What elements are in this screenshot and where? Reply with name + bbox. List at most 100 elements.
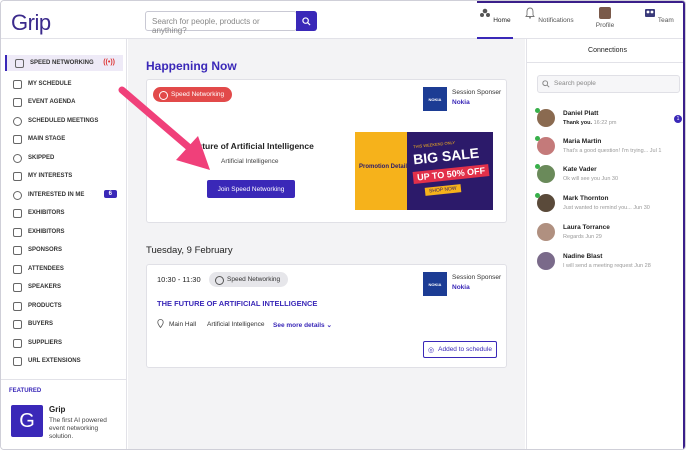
sidebar-item-url-extensions[interactable]: URL EXTENSIONS	[5, 353, 123, 369]
team-icon	[645, 9, 656, 17]
connection-item[interactable]: Laura Torrance Regards Jun 29	[537, 223, 682, 251]
nav-notifications[interactable]: Notifications	[523, 7, 575, 24]
sponsor-name[interactable]: Nokia	[452, 99, 470, 106]
session-title: uture of Artificial Intelligence	[197, 141, 314, 151]
sidebar-item-attendees[interactable]: ATTENDEES	[5, 261, 123, 277]
nav-label: Home	[493, 17, 511, 24]
featured-section: FEATURED	[1, 379, 127, 402]
message-time: Jun 30	[633, 205, 650, 211]
sidebar-item-speed-networking[interactable]: SPEED NETWORKING ((•))	[5, 55, 123, 71]
search-people-input[interactable]: Search people	[537, 75, 680, 93]
nav-team[interactable]: Team	[633, 7, 685, 24]
accent-border-top	[477, 1, 685, 3]
sidebar-item-event-agenda[interactable]: EVENT AGENDA	[5, 94, 123, 110]
interested-count-badge: 6	[103, 190, 117, 198]
sidebar-item-label: SPEED NETWORKING	[30, 60, 94, 66]
message-time: Jun 30	[601, 176, 619, 182]
message-text: Ok will see you	[563, 176, 600, 182]
search-input[interactable]: Search for people, products or anything?	[145, 11, 297, 35]
nav-profile[interactable]: Profile	[579, 7, 631, 29]
featured-label: FEATURED	[9, 388, 42, 394]
sidebar-item-label: MY INTERESTS	[28, 173, 73, 179]
exhibitor-icon	[13, 227, 22, 237]
featured-name[interactable]: Grip	[49, 405, 65, 414]
connections-panel: Connections Search people Daniel Platt T…	[526, 39, 685, 449]
sidebar-item-buyers[interactable]: BUYERS	[5, 316, 123, 332]
nokia-logo: NOKIA	[423, 87, 447, 111]
happening-now-heading: Happening Now	[146, 59, 237, 73]
smile-icon	[13, 190, 22, 200]
search-button[interactable]	[296, 11, 317, 31]
nokia-logo: NOKIA	[423, 272, 447, 296]
session-title[interactable]: THE FUTURE OF ARTIFICIAL INTELLIGENCE	[157, 299, 317, 308]
sidebar-item-label: EXHIBITORS	[28, 210, 65, 216]
nav-label: Profile	[595, 22, 615, 29]
sidebar-item-label: EVENT AGENDA	[28, 99, 76, 105]
see-more-details-link[interactable]: See more details ⌄	[273, 321, 332, 329]
top-bar: Grip Search for people, products or anyt…	[1, 1, 685, 39]
message-time: Jul 1	[649, 148, 662, 154]
connection-item[interactable]: Nadine Blast I will send a meeting reque…	[537, 252, 682, 280]
main-content: Happening Now Speed Networking NOKIA Ses…	[128, 39, 525, 449]
sidebar-item-my-schedule[interactable]: MY SCHEDULE	[5, 76, 123, 92]
sidebar-item-interested-in-me[interactable]: INTERESTED IN ME 6	[5, 187, 123, 203]
session-card: 10:30 - 11:30 Speed Networking NOKIA Ses…	[146, 264, 507, 368]
online-indicator	[535, 164, 540, 169]
sidebar-item-label: BUYERS	[28, 321, 54, 327]
featured-grip-logo[interactable]: G	[11, 405, 43, 437]
join-speed-networking-button[interactable]: Join Speed Networking	[207, 180, 295, 198]
sidebar-item-exhibitors[interactable]: EXHIBITORS	[5, 205, 123, 221]
session-location: Main Hall	[169, 321, 197, 328]
sidebar-item-speakers[interactable]: SPEAKERS	[5, 279, 123, 295]
connection-item[interactable]: Daniel Platt Thank you. 16:22 pm 1	[535, 108, 682, 137]
box-icon	[13, 301, 22, 311]
bell-icon	[525, 7, 536, 19]
cart-icon	[13, 319, 22, 329]
sidebar-item-label: ATTENDEES	[28, 266, 64, 272]
home-icon	[480, 8, 491, 17]
sidebar-item-main-stage[interactable]: MAIN STAGE	[5, 131, 123, 147]
sidebar-item-skipped[interactable]: SKIPPED	[5, 150, 123, 166]
sidebar-item-products[interactable]: PRODUCTS	[5, 298, 123, 314]
message-time: Jun 28	[634, 263, 651, 269]
banner-promo-text: Promotion Detail	[359, 164, 408, 170]
added-to-schedule-button[interactable]: ◎ Added to schedule	[423, 341, 497, 358]
happening-now-card: Speed Networking NOKIA Session Sponser N…	[146, 79, 507, 223]
connection-item[interactable]: Maria Martin That's a good question! I'm…	[535, 136, 682, 165]
session-topic: Artificial Intelligence	[207, 321, 265, 328]
message-text: Regards	[563, 234, 584, 240]
sidebar-item-scheduled-meetings[interactable]: SCHEDULED MEETINGS	[5, 113, 123, 129]
connection-name: Maria Martin	[563, 138, 602, 145]
session-time: 10:30 - 11:30	[157, 275, 201, 284]
accent-border-right	[683, 1, 685, 449]
promo-banner[interactable]: Promotion Detail THIS WEEKEND ONLY BIG S…	[355, 132, 493, 210]
location-pin-icon	[157, 319, 164, 328]
people-icon	[13, 264, 22, 274]
nav-label: Team	[657, 17, 674, 24]
sidebar-item-my-interests[interactable]: MY INTERESTS	[5, 168, 123, 184]
online-indicator	[535, 193, 540, 198]
message-text: I will send a meeting request	[563, 263, 633, 269]
sidebar-item-sponsors[interactable]: SPONSORS	[5, 242, 123, 258]
connection-name: Kate Vader	[563, 166, 597, 173]
external-link-icon	[13, 356, 22, 366]
sponsor-label: Session Sponser	[452, 89, 502, 96]
sidebar-item-label: SCHEDULED MEETINGS	[28, 118, 99, 124]
connection-message: Just wanted to remind you... Jun 30	[563, 205, 650, 211]
online-indicator	[535, 136, 540, 141]
live-broadcast-icon: ((•))	[103, 59, 115, 66]
sidebar-item-label: SPEAKERS	[28, 284, 62, 290]
exhibitor-icon	[13, 208, 22, 218]
nav-home[interactable]: Home	[469, 7, 521, 24]
connection-item[interactable]: Kate Vader Ok will see you Jun 30	[535, 164, 682, 193]
clock-icon	[13, 116, 22, 126]
check-circle-icon: ◎	[428, 346, 435, 354]
sidebar-item-suppliers[interactable]: SUPPLIERS	[5, 335, 123, 351]
search-icon	[542, 80, 550, 88]
connection-item[interactable]: Mark Thornton Just wanted to remind you.…	[535, 193, 682, 222]
megaphone-icon	[13, 282, 22, 292]
sidebar-item-exhibitors-2[interactable]: EXHIBITORS	[5, 224, 123, 240]
avatar	[537, 223, 555, 241]
grip-logo[interactable]: Grip	[11, 10, 51, 36]
sponsor-name[interactable]: Nokia	[452, 284, 470, 291]
